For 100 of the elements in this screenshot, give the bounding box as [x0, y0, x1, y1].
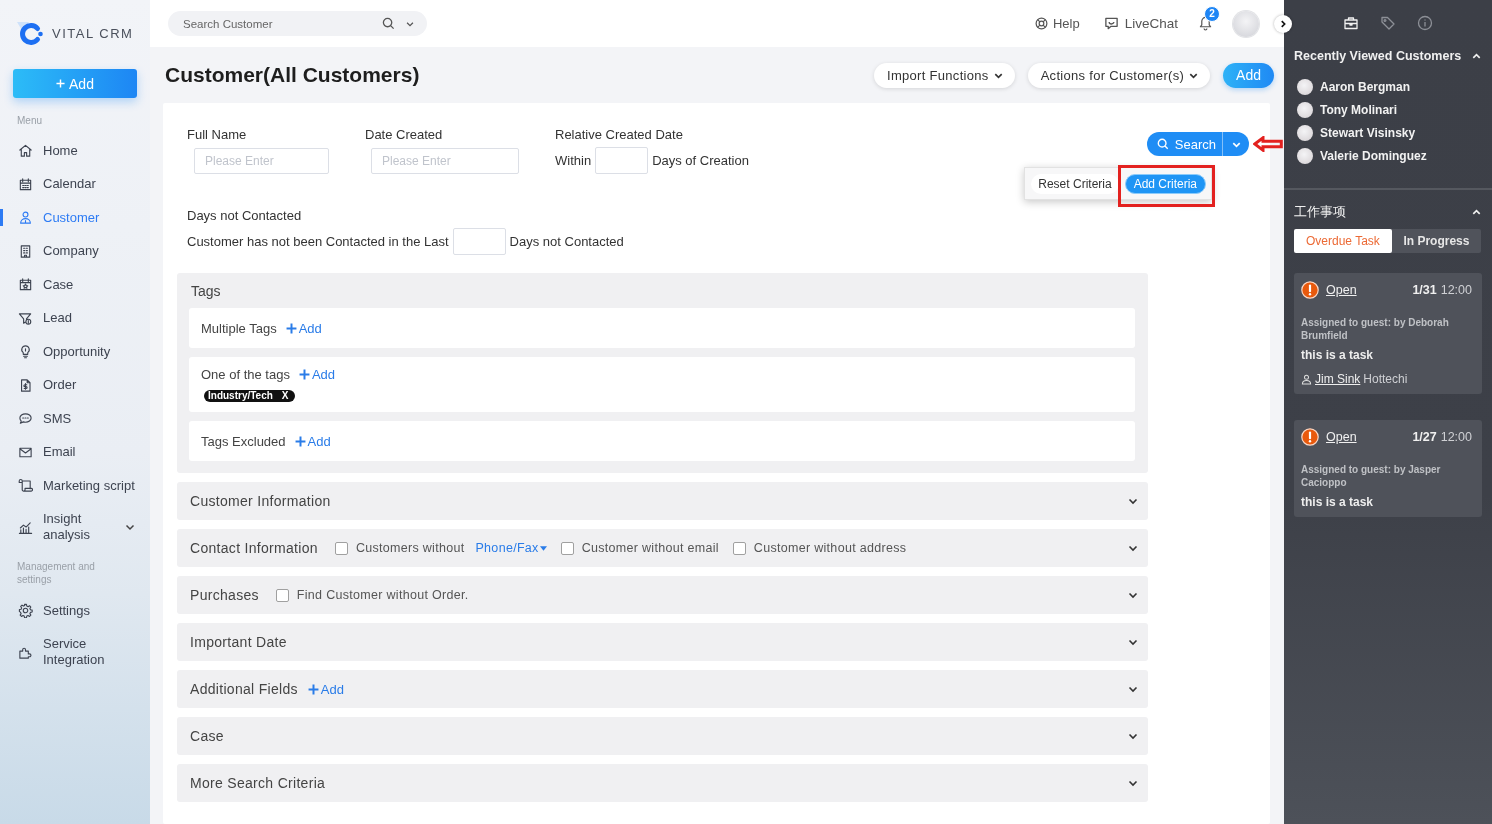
help-icon [1034, 17, 1048, 30]
remove-tag-button[interactable]: X [281, 390, 289, 402]
menu-heading: Management and settings [17, 560, 96, 586]
search-field[interactable]: Search Customer [168, 11, 427, 36]
assignment-text: Assigned to guest: by Deborah Brumfield [1301, 316, 1450, 342]
nav-item[interactable]: Order [0, 368, 150, 402]
tag-label: Industry/Tech [208, 390, 273, 402]
plus-icon [294, 435, 306, 447]
checkbox[interactable] [560, 541, 574, 555]
info-icon[interactable] [1417, 15, 1433, 31]
customer-name[interactable]: Stewart Visinsky [1320, 125, 1416, 140]
field-label: Date Created [365, 128, 443, 142]
alert-icon [1301, 428, 1319, 446]
field-prefix: Within [555, 153, 592, 168]
add-link[interactable]: Add [285, 320, 322, 336]
dropdown-link[interactable]: Phone/Fax [475, 541, 547, 555]
menu-button[interactable]: Reset Criteria [1031, 173, 1119, 194]
plus-icon [298, 368, 310, 380]
field-label: Days not Contacted [187, 209, 302, 223]
assignment-text: Assigned to guest: by Jasper Cacioppo [1301, 463, 1442, 489]
section-title: Customer Information [190, 493, 331, 509]
criteria-label: Multiple Tags [201, 320, 277, 336]
panel-heading: Recently Viewed Customers [1294, 49, 1462, 63]
number-field[interactable] [452, 228, 506, 255]
nav-item[interactable]: Lead [0, 301, 150, 335]
checkbox[interactable] [334, 541, 348, 555]
text-field[interactable]: Please Enter [371, 148, 519, 174]
dropdown-button[interactable]: Import Functions [874, 62, 1015, 88]
checkbox-label: Customers without [355, 541, 465, 555]
nav-item[interactable]: Customer [0, 201, 150, 235]
due-date: 1/31 [1412, 283, 1437, 297]
nav-item[interactable]: Insight analysis [0, 502, 150, 552]
section-title: Tags [191, 283, 221, 299]
building-icon [18, 243, 33, 259]
alert-icon [1301, 281, 1319, 299]
section-title: Important Date [190, 634, 287, 650]
customer-name[interactable]: Tony Molinari [1320, 102, 1398, 117]
section-title: Purchases [190, 587, 259, 603]
search-icon [1156, 138, 1169, 150]
nav-item[interactable]: Case [0, 268, 150, 302]
section-title: More Search Criteria [190, 775, 326, 791]
briefcase-icon[interactable] [1343, 15, 1359, 31]
nav-item[interactable]: Settings [0, 594, 150, 628]
avatar-icon [1297, 101, 1313, 118]
text-field[interactable]: Please Enter [194, 148, 329, 174]
brand-name: VITAL CRM [52, 26, 134, 41]
add-link[interactable]: Add [294, 433, 331, 449]
nav-item[interactable]: Email [0, 435, 150, 469]
dropdown-button[interactable]: Actions for Customer(s) [1027, 62, 1211, 88]
status-link[interactable]: Open [1326, 283, 1357, 297]
nav-item[interactable]: Home [0, 134, 150, 168]
field-suffix: Days of Creation [652, 153, 749, 168]
tag-icon[interactable] [1380, 15, 1396, 31]
add-link[interactable]: Add [298, 366, 336, 382]
nav-item[interactable]: Service Integration [0, 627, 150, 677]
nav-item[interactable]: Opportunity [0, 335, 150, 369]
due-date: 1/27 [1412, 430, 1437, 444]
person-icon [18, 210, 33, 226]
customer-name[interactable]: Aaron Bergman [1320, 79, 1411, 94]
caret-down-icon [539, 545, 547, 551]
nav-item[interactable]: SMS [0, 402, 150, 436]
status-link[interactable]: Open [1326, 430, 1357, 444]
nav-item[interactable]: Company [0, 234, 150, 268]
search-icon[interactable] [382, 17, 395, 30]
checkbox[interactable] [732, 541, 746, 555]
calendar-star-icon [18, 277, 33, 293]
person-icon [1301, 374, 1312, 385]
field-suffix: Days not Contacted [509, 234, 624, 249]
field-label: Full Name [187, 128, 247, 142]
dropdown-toggle-button[interactable] [1222, 132, 1249, 156]
nav-item[interactable]: Marketing script [0, 469, 150, 503]
notification-badge: 2 [1204, 6, 1220, 22]
customer-name[interactable]: Valerie Dominguez [1320, 148, 1427, 163]
contact-link[interactable]: Jim Sink [1315, 372, 1361, 387]
house-icon [18, 143, 33, 159]
page-title: Customer(All Customers) [165, 63, 420, 87]
menu-heading: Menu [17, 114, 42, 128]
field-label: Relative Created Date [555, 128, 683, 142]
due-time: 12:00 [1440, 283, 1472, 297]
livechat-button[interactable]: LiveChat [1103, 16, 1178, 31]
chevron-down-icon[interactable] [405, 19, 415, 29]
checkbox[interactable] [275, 588, 289, 602]
tab[interactable]: In Progress [1391, 229, 1481, 253]
document-icon [18, 377, 33, 393]
due-time: 12:00 [1440, 430, 1472, 444]
bell-icon[interactable] [1199, 16, 1212, 31]
help-button[interactable]: Help [1034, 16, 1080, 31]
plus-icon [56, 79, 66, 88]
company-name: Hottechi [1363, 372, 1408, 387]
calendar-icon [18, 176, 33, 192]
number-field[interactable] [595, 147, 649, 174]
logo-icon [16, 20, 44, 47]
field-prefix: Customer has not been Contacted in the Last [187, 234, 449, 249]
chat-bubble-icon [18, 411, 33, 427]
add-link[interactable]: Add [307, 681, 344, 697]
funnel-icon [18, 310, 33, 326]
plus-icon [307, 683, 319, 695]
panel-heading: 工作事项 [1294, 203, 1346, 221]
scroll-icon [18, 478, 33, 494]
nav-item[interactable]: Calendar [0, 167, 150, 201]
